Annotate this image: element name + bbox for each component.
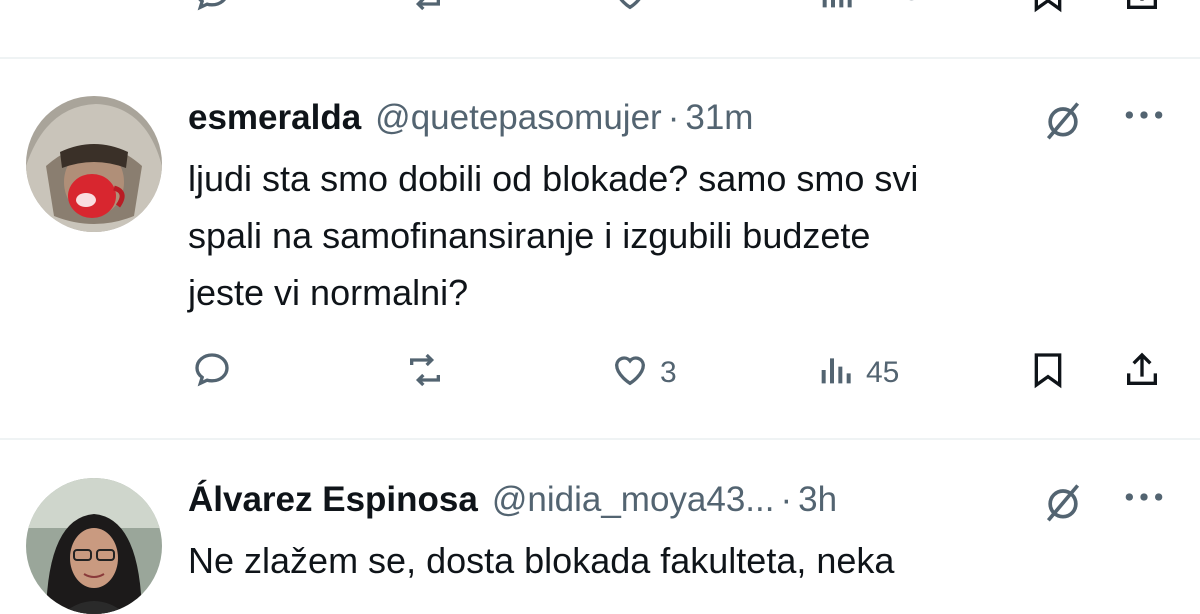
bookmark-icon [1028, 350, 1068, 395]
tweet-alvarez-espinosa[interactable]: Álvarez Espinosa @nidia_moya43... · 3h N… [0, 440, 1200, 614]
tweet-text: Ne zlažem se, dosta blokada fakulteta, n… [188, 532, 1178, 589]
views-icon[interactable] [818, 0, 858, 19]
tweet-esmeralda[interactable]: esmeralda @quetepasomujer · 31m ljudi st… [0, 60, 1200, 440]
tweet-text-line: jeste vi normalni? [188, 272, 469, 313]
timestamp[interactable]: 31m [685, 98, 753, 138]
tweet-text-line: spali na samofinansiranje i izgubili bud… [188, 215, 871, 256]
heart-icon [608, 350, 652, 395]
separator: · [780, 480, 793, 519]
handle[interactable]: @nidia_moya43... [492, 480, 775, 520]
tweet-text: ljudi sta smo dobili od blokade? samo sm… [188, 150, 1178, 321]
share-icon[interactable] [1122, 0, 1162, 19]
like-icon[interactable] [610, 0, 650, 19]
grok-icon[interactable] [1040, 480, 1086, 529]
avatar[interactable] [26, 478, 162, 614]
share-icon [1122, 350, 1162, 395]
bookmark-button[interactable] [1028, 350, 1068, 395]
grok-icon[interactable] [1040, 98, 1086, 147]
reply-icon [192, 350, 232, 395]
separator: · [667, 98, 680, 137]
more-options-icon[interactable] [1122, 100, 1166, 135]
like-count: 3 [660, 355, 677, 389]
like-button[interactable]: 3 [608, 350, 677, 395]
handle[interactable]: @quetepasomujer [375, 98, 662, 138]
bookmark-icon[interactable] [1028, 0, 1068, 19]
share-button[interactable] [1122, 350, 1162, 395]
repost-icon[interactable] [402, 0, 448, 19]
view-count: 118 [872, 0, 920, 8]
view-count: 45 [866, 355, 900, 389]
avatar[interactable] [26, 96, 162, 232]
reply-icon[interactable] [192, 0, 232, 19]
repost-button[interactable] [402, 350, 448, 395]
tweet-actions: 3 45 [0, 350, 1200, 400]
bar-chart-icon [816, 350, 858, 395]
timestamp[interactable]: 3h [798, 480, 837, 520]
previous-tweet-actions: 4 118 [0, 0, 1200, 24]
divider [0, 57, 1200, 59]
like-count: 4 [662, 0, 679, 8]
tweet-text-line: Ne zlažem se, dosta blokada fakulteta, n… [188, 540, 895, 581]
reply-button[interactable] [192, 350, 232, 395]
repost-icon [402, 350, 448, 395]
more-options-icon[interactable] [1122, 482, 1166, 517]
tweet-text-line: ljudi sta smo dobili od blokade? samo sm… [188, 158, 919, 199]
tweet-header: esmeralda @quetepasomujer · 31m [188, 98, 753, 142]
display-name[interactable]: esmeralda [188, 98, 361, 138]
display-name[interactable]: Álvarez Espinosa [188, 480, 478, 520]
tweet-header: Álvarez Espinosa @nidia_moya43... · 3h [188, 480, 837, 524]
views-button[interactable]: 45 [816, 350, 899, 395]
